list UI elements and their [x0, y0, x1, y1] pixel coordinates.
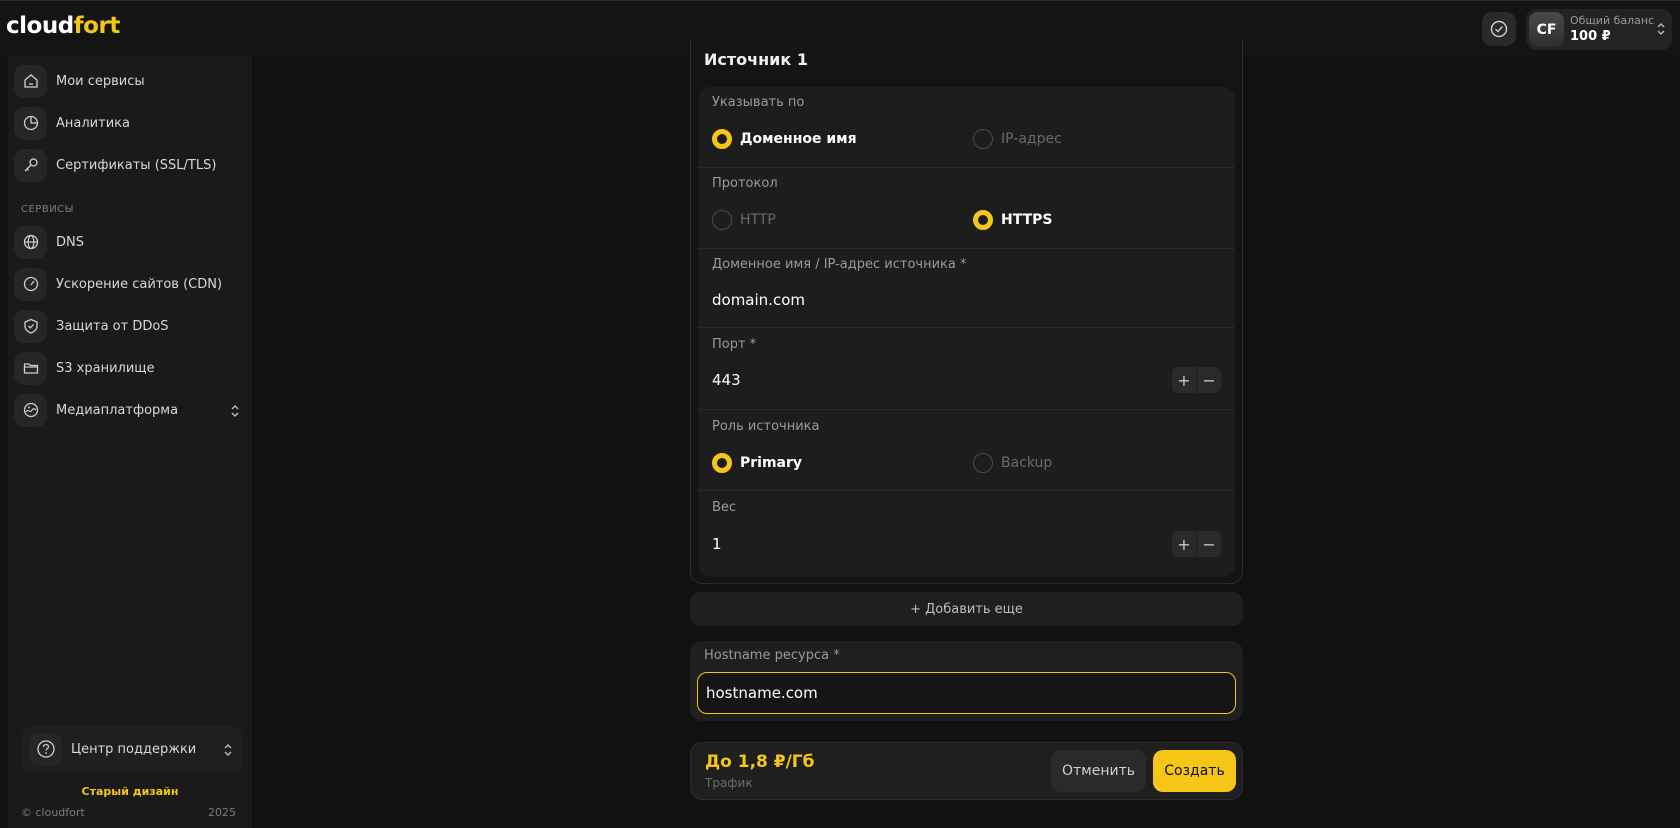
copyright-year: 2025 — [208, 806, 236, 819]
origin-label: Доменное имя / IP-адрес источника * — [712, 257, 967, 272]
protocol-label: Протокол — [712, 176, 778, 191]
hostname-input[interactable] — [697, 672, 1236, 714]
logo-text-cloud: cloud — [6, 13, 74, 39]
radio-dot — [712, 210, 732, 230]
services-section-title: СЕРВИСЫ — [21, 204, 74, 215]
weight-increment-button[interactable]: + — [1172, 531, 1196, 557]
radio-dot — [973, 129, 993, 149]
radio-label: Backup — [1001, 455, 1053, 471]
radio-dot — [712, 453, 732, 473]
radio-domain-name[interactable]: Доменное имя — [712, 129, 857, 149]
sidebar-item-cdn[interactable]: Ускорение сайтов (CDN) — [14, 267, 246, 301]
chevron-updown-icon — [1657, 23, 1665, 35]
weight-decrement-button[interactable]: − — [1197, 531, 1221, 557]
radio-label: Доменное имя — [740, 131, 857, 147]
radio-dot — [712, 129, 732, 149]
sidebar: Мои сервисы Аналитика Сертификаты (SSL/T… — [8, 56, 252, 828]
radio-http[interactable]: HTTP — [712, 210, 776, 230]
chevron-updown-icon — [224, 744, 232, 756]
balance-dropdown[interactable]: CF Общий баланс 100 ₽ — [1526, 9, 1672, 50]
shield-icon — [14, 309, 47, 343]
logo[interactable]: cloudfort — [6, 13, 120, 39]
add-source-button[interactable]: + Добавить еще — [690, 592, 1243, 626]
balance-value: 100 ₽ — [1570, 29, 1611, 44]
source-title: Источник 1 — [704, 50, 808, 69]
sidebar-item-dns[interactable]: DNS — [14, 225, 246, 259]
cancel-button[interactable]: Отменить — [1051, 750, 1146, 792]
copyright: © cloudfort — [21, 806, 85, 819]
divider — [698, 490, 1235, 491]
price-subtitle: Трафик — [705, 776, 753, 790]
sidebar-item-label: S3 хранилище — [56, 360, 155, 376]
hostname-label: Hostname ресурса * — [704, 648, 840, 663]
avatar: CF — [1529, 12, 1564, 47]
radio-label: HTTPS — [1001, 212, 1053, 228]
media-icon — [14, 393, 47, 427]
weight-label: Вес — [712, 500, 737, 515]
sidebar-item-s3[interactable]: S3 хранилище — [14, 351, 246, 385]
radio-dot — [973, 453, 993, 473]
radio-label: Primary — [740, 455, 803, 471]
sidebar-item-certificates[interactable]: Сертификаты (SSL/TLS) — [14, 148, 246, 182]
price-footer: До 1,8 ₽/Гб Трафик Отменить Создать — [690, 742, 1243, 800]
divider — [698, 409, 1235, 410]
radio-primary[interactable]: Primary — [712, 453, 802, 473]
old-design-link[interactable]: Старый дизайн — [8, 785, 252, 798]
divider — [698, 248, 1235, 249]
check-circle-icon — [1490, 20, 1508, 38]
weight-input[interactable]: 1 — [712, 535, 722, 553]
divider — [698, 167, 1235, 168]
port-label: Порт * — [712, 337, 757, 352]
support-center-button[interactable]: Центр поддержки — [21, 726, 243, 772]
chevron-updown-icon — [231, 405, 239, 417]
speedometer-icon — [14, 267, 47, 301]
sidebar-item-my-services[interactable]: Мои сервисы — [14, 64, 246, 98]
sidebar-item-analytics[interactable]: Аналитика — [14, 106, 246, 140]
sidebar-item-label: Мои сервисы — [56, 73, 145, 89]
radio-https[interactable]: HTTPS — [973, 210, 1052, 230]
sidebar-item-media[interactable]: Медиаплатформа — [14, 393, 246, 427]
pie-chart-icon — [14, 106, 47, 140]
sidebar-item-label: Сертификаты (SSL/TLS) — [56, 157, 217, 173]
radio-label: HTTP — [740, 212, 776, 228]
folder-icon — [14, 351, 47, 385]
port-input[interactable]: 443 — [712, 371, 741, 389]
key-icon — [14, 148, 47, 182]
port-stepper: + − — [1172, 367, 1221, 393]
port-increment-button[interactable]: + — [1172, 367, 1196, 393]
port-decrement-button[interactable]: − — [1197, 367, 1221, 393]
sidebar-item-label: DNS — [56, 234, 84, 250]
radio-dot — [973, 210, 993, 230]
tasks-check-button[interactable] — [1482, 12, 1516, 46]
radio-label: IP-адрес — [1001, 131, 1062, 147]
home-icon — [14, 64, 47, 98]
sidebar-item-label: Медиаплатформа — [56, 402, 179, 418]
sidebar-item-label: Ускорение сайтов (CDN) — [56, 276, 223, 292]
radio-ip-address[interactable]: IP-адрес — [973, 129, 1062, 149]
logo-text-fort: fort — [73, 13, 121, 39]
radio-backup[interactable]: Backup — [973, 453, 1052, 473]
role-label: Роль источника — [712, 419, 820, 434]
create-button[interactable]: Создать — [1153, 750, 1236, 792]
globe-icon — [14, 225, 47, 259]
support-label: Центр поддержки — [71, 741, 197, 757]
sidebar-item-label: Защита от DDoS — [56, 318, 169, 334]
sidebar-item-ddos[interactable]: Защита от DDoS — [14, 309, 246, 343]
specify-by-label: Указывать по — [712, 95, 805, 110]
sidebar-item-label: Аналитика — [56, 115, 130, 131]
weight-stepper: + − — [1172, 531, 1221, 557]
source-form: Указывать по Доменное имя IP-адрес Прото… — [698, 87, 1235, 577]
divider — [698, 327, 1235, 328]
price-value: До 1,8 ₽/Гб — [705, 752, 815, 772]
hostname-block: Hostname ресурса * — [690, 641, 1243, 721]
balance-label: Общий баланс — [1570, 14, 1655, 27]
origin-input[interactable]: domain.com — [712, 291, 805, 309]
help-icon — [29, 732, 62, 766]
